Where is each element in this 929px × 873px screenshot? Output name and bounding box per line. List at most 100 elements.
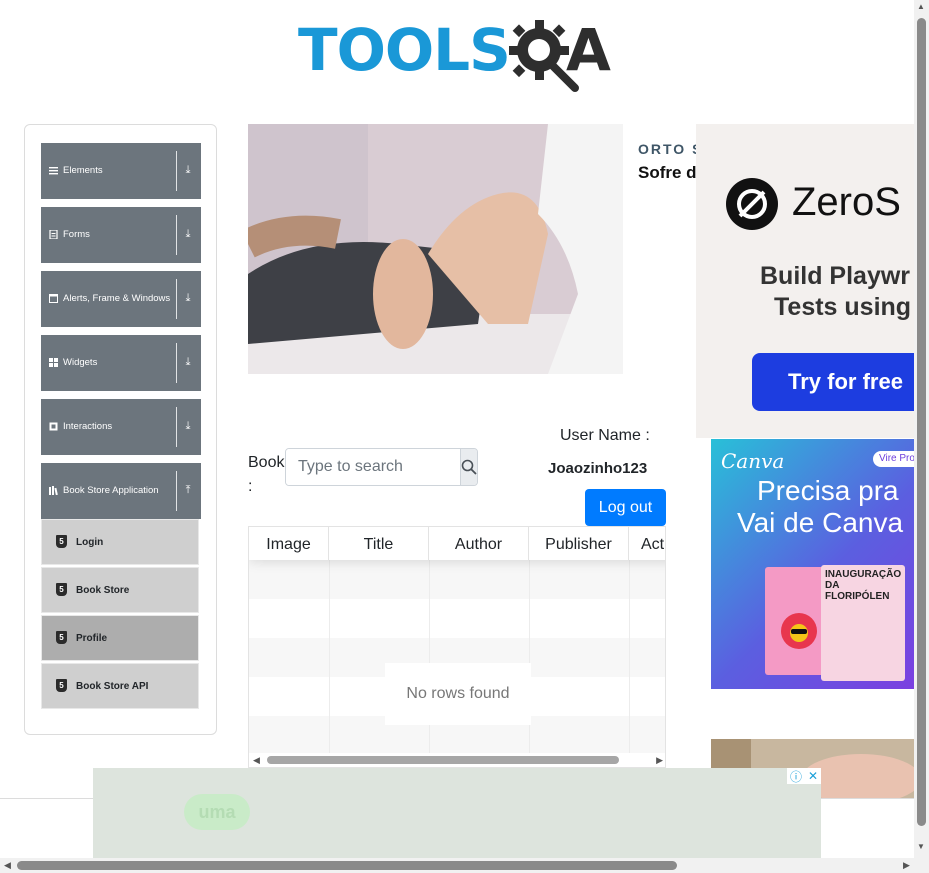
document-icon bbox=[49, 230, 58, 239]
toolsqa-logo[interactable]: TOOLS A bbox=[298, 14, 628, 94]
book-search-label: Book : bbox=[248, 454, 285, 495]
ad-headline: Tests using bbox=[774, 293, 912, 321]
sidebar: Elements ⤓ Forms ⤓ Alerts, Frame & Windo… bbox=[24, 124, 217, 735]
html5-icon: 5 bbox=[56, 679, 67, 692]
search-icon bbox=[461, 459, 477, 475]
scroll-left-icon[interactable]: ◀ bbox=[253, 755, 260, 766]
divider bbox=[176, 215, 177, 255]
scrollbar-thumb[interactable] bbox=[917, 18, 926, 826]
bottom-advertisement[interactable]: uma ⓘ ✕ bbox=[93, 768, 821, 858]
grid-icon bbox=[49, 358, 58, 367]
divider bbox=[176, 151, 177, 191]
table-horizontal-scrollbar[interactable]: ◀ ▶ bbox=[249, 753, 665, 767]
info-icon[interactable]: ⓘ bbox=[790, 768, 802, 785]
scroll-up-icon[interactable]: ▲ bbox=[917, 2, 925, 11]
pro-badge: Vire Pro bbox=[873, 451, 914, 467]
sidebar-group-widgets[interactable]: Widgets ⤓ bbox=[41, 335, 201, 391]
right-advertisement-canva[interactable]: Canva Vire Pro Precisa pra Vai de Canva … bbox=[711, 439, 914, 689]
column-header-image[interactable]: Image bbox=[249, 527, 329, 560]
sidebar-group-elements[interactable]: Elements ⤓ bbox=[41, 143, 201, 199]
scroll-right-icon[interactable]: ▶ bbox=[656, 755, 663, 766]
table-header: Image Title Author Publisher Act bbox=[249, 527, 665, 560]
books-icon bbox=[49, 486, 58, 495]
divider bbox=[176, 471, 177, 511]
scroll-right-icon[interactable]: ▶ bbox=[903, 860, 910, 871]
sidebar-item-label: Profile bbox=[76, 632, 108, 644]
html5-icon: 5 bbox=[56, 631, 67, 644]
poster-title: INAUGURAÇÃO DA FLORIPÓLEN bbox=[825, 569, 902, 602]
ad-text[interactable]: ORTO S Sofre d bbox=[638, 141, 696, 183]
ad-choices[interactable]: ⓘ ✕ bbox=[787, 768, 821, 784]
advertisement-image[interactable] bbox=[248, 124, 623, 374]
sidebar-item-book-store[interactable]: 5 Book Store bbox=[41, 567, 199, 613]
ad-title: Sofre d bbox=[638, 163, 696, 182]
page-vertical-scrollbar[interactable]: ▲ ▼ bbox=[914, 0, 929, 858]
logout-button[interactable]: Log out bbox=[585, 489, 666, 526]
download-arrow-icon[interactable]: ⤓ bbox=[182, 355, 194, 369]
search-box bbox=[285, 448, 478, 486]
download-arrow-icon[interactable]: ⤓ bbox=[182, 419, 194, 433]
download-arrow-icon[interactable]: ⤓ bbox=[182, 291, 194, 305]
search-button[interactable] bbox=[460, 449, 477, 485]
ad-brand: ZeroS bbox=[792, 180, 901, 224]
sidebar-group-book-store-application[interactable]: Book Store Application ⤒ bbox=[41, 463, 201, 519]
table-row bbox=[249, 560, 665, 599]
sidebar-group-label: Forms bbox=[63, 229, 90, 240]
column-header-action[interactable]: Act bbox=[629, 527, 665, 560]
sidebar-group-interactions[interactable]: Interactions ⤓ bbox=[41, 399, 201, 455]
scrollbar-thumb[interactable] bbox=[17, 861, 677, 870]
ad-pill: uma bbox=[184, 794, 250, 830]
scroll-down-icon[interactable]: ▼ bbox=[917, 842, 925, 851]
column-header-author[interactable]: Author bbox=[429, 527, 529, 560]
ad-headline: Build Playwr bbox=[760, 262, 911, 290]
close-icon[interactable]: ✕ bbox=[808, 769, 818, 783]
poster-thumbnail bbox=[765, 567, 829, 675]
divider bbox=[176, 343, 177, 383]
username-value: Joaozinho123 bbox=[548, 460, 648, 477]
books-table: Image Title Author Publisher Act No rows… bbox=[248, 526, 666, 768]
sunflower-icon bbox=[781, 613, 817, 649]
empty-state: No rows found bbox=[385, 663, 531, 725]
column-divider bbox=[629, 560, 630, 753]
menu-icon bbox=[49, 167, 58, 175]
sidebar-group-label: Interactions bbox=[63, 421, 113, 432]
ad-headline: Vai de Canva bbox=[737, 507, 904, 538]
html5-icon: 5 bbox=[56, 583, 67, 596]
search-input[interactable] bbox=[286, 449, 460, 485]
try-for-free-button[interactable]: Try for free bbox=[752, 353, 914, 411]
page-horizontal-scrollbar[interactable]: ◀ ▶ bbox=[0, 858, 929, 873]
sidebar-item-login[interactable]: 5 Login bbox=[41, 519, 199, 565]
download-arrow-icon[interactable]: ⤓ bbox=[182, 227, 194, 241]
sidebar-group-label: Book Store Application bbox=[63, 485, 159, 496]
html5-icon: 5 bbox=[56, 535, 67, 548]
sidebar-item-profile[interactable]: 5 Profile bbox=[41, 615, 199, 661]
sidebar-group-label: Elements bbox=[63, 165, 103, 176]
table-row bbox=[249, 599, 665, 638]
poster-thumbnail: INAUGURAÇÃO DA FLORIPÓLEN bbox=[821, 565, 905, 681]
sidebar-group-alerts[interactable]: Alerts, Frame & Windows ⤓ bbox=[41, 271, 201, 327]
sidebar-group-label: Alerts, Frame & Windows bbox=[63, 293, 171, 304]
sidebar-group-forms[interactable]: Forms ⤓ bbox=[41, 207, 201, 263]
ad-photo bbox=[248, 124, 623, 374]
sidebar-item-label: Book Store API bbox=[76, 680, 149, 692]
sidebar-group-label: Widgets bbox=[63, 357, 98, 368]
sidebar-item-book-store-api[interactable]: 5 Book Store API bbox=[41, 663, 199, 709]
sidebar-item-label: Login bbox=[76, 536, 104, 548]
ad-brand: ORTO S bbox=[638, 141, 696, 157]
logo-text: TOOLS bbox=[298, 16, 511, 84]
username-label: User Name : bbox=[560, 427, 650, 444]
right-advertisement-zerostep[interactable]: ZeroS Build Playwr Tests using Try for f… bbox=[696, 124, 914, 438]
scroll-left-icon[interactable]: ◀ bbox=[4, 860, 11, 871]
sidebar-item-label: Book Store bbox=[76, 584, 130, 596]
column-header-publisher[interactable]: Publisher bbox=[529, 527, 629, 560]
logo-suffix: A bbox=[566, 16, 611, 84]
column-divider bbox=[329, 560, 330, 753]
download-arrow-icon[interactable]: ⤓ bbox=[182, 163, 194, 177]
scrollbar-thumb[interactable] bbox=[267, 756, 619, 764]
canva-logo: Canva bbox=[721, 449, 785, 473]
column-header-title[interactable]: Title bbox=[329, 527, 429, 560]
interactions-icon bbox=[49, 422, 58, 431]
zerostep-logo-icon bbox=[726, 178, 778, 230]
upload-arrow-icon[interactable]: ⤒ bbox=[182, 483, 194, 497]
divider bbox=[176, 279, 177, 319]
